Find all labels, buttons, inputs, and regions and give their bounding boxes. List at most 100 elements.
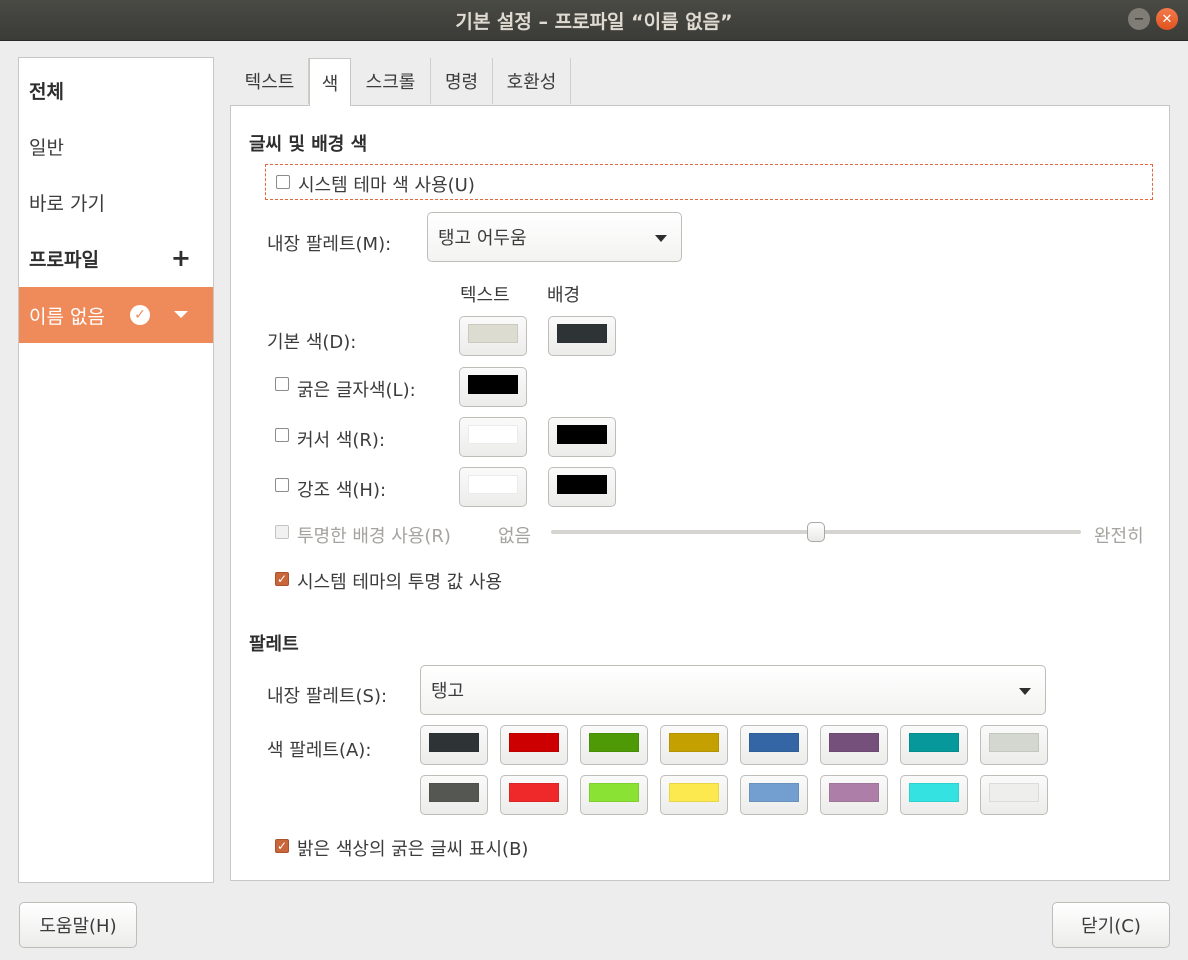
bright-bold-checkbox[interactable]: ✓ [275, 839, 289, 853]
sidebar-item-profile-unnamed[interactable]: 이름 없음 ✓ [19, 287, 213, 343]
builtin-palette-dropdown[interactable]: 탱고 [420, 665, 1046, 715]
builtin-palette-value: 탱고 [431, 681, 465, 702]
color-swatch [509, 783, 559, 802]
use-system-theme-row[interactable]: 시스템 테마 색 사용(U) [265, 164, 1153, 200]
transparency-min-label: 없음 [498, 526, 532, 547]
color-swatch [669, 733, 719, 752]
color-swatch [909, 783, 959, 802]
transparency-slider-handle[interactable] [807, 522, 825, 542]
palette-color-button-10[interactable] [500, 775, 568, 815]
highlight-text-color-button[interactable] [459, 467, 527, 507]
palette-color-button-6[interactable] [820, 725, 888, 765]
highlight-bg-color-button[interactable] [548, 467, 616, 507]
color-swatch [589, 783, 639, 802]
palette-color-button-15[interactable] [900, 775, 968, 815]
chevron-down-icon [655, 235, 667, 242]
transparent-bg-label: 투명한 배경 사용(R) [297, 526, 451, 547]
cursor-text-color-button[interactable] [459, 417, 527, 457]
color-swatch [557, 425, 607, 444]
sidebar: 전체 일반 바로 가기 프로파일 + 이름 없음 ✓ [18, 57, 214, 883]
color-swatch [749, 733, 799, 752]
sidebar-item-general[interactable]: 일반 [19, 118, 213, 174]
palette-color-button-11[interactable] [580, 775, 648, 815]
highlight-color-label: 강조 색(H): [297, 480, 387, 501]
minimize-icon[interactable]: − [1128, 8, 1150, 30]
color-swatch [557, 324, 607, 343]
use-theme-transparency-checkbox[interactable]: ✓ [275, 572, 289, 586]
close-button[interactable]: 닫기(C) [1052, 902, 1170, 948]
color-swatch [468, 475, 518, 494]
palette-color-button-9[interactable] [420, 775, 488, 815]
use-system-theme-label: 시스템 테마 색 사용(U) [298, 175, 475, 196]
tab-command[interactable]: 명령 [431, 58, 493, 104]
sidebar-item-label: 일반 [29, 136, 64, 159]
palette-color-button-5[interactable] [740, 725, 808, 765]
color-swatch [829, 783, 879, 802]
color-swatch [429, 733, 479, 752]
default-color-label: 기본 색(D): [267, 332, 357, 353]
sidebar-item-label: 프로파일 [29, 248, 99, 271]
bright-bold-label: 밝은 색상의 굵은 글씨 표시(B) [297, 839, 529, 860]
builtin-scheme-value: 탱고 어두움 [438, 228, 527, 249]
palette-color-button-16[interactable] [980, 775, 1048, 815]
use-system-theme-checkbox[interactable] [276, 175, 290, 189]
bold-text-color-button[interactable] [459, 367, 527, 407]
tab-text[interactable]: 텍스트 [231, 58, 309, 104]
highlight-color-checkbox[interactable] [275, 478, 289, 492]
bold-color-checkbox[interactable] [275, 377, 289, 391]
transparency-max-label: 완전히 [1094, 526, 1144, 547]
tab-colors[interactable]: 색 [309, 58, 351, 106]
window-title: 기본 설정 – 프로파일 “이름 없음” [455, 10, 733, 33]
color-swatch [468, 324, 518, 343]
color-swatch [829, 733, 879, 752]
palette-color-button-13[interactable] [740, 775, 808, 815]
palette-color-button-1[interactable] [420, 725, 488, 765]
palette-heading: 팔레트 [249, 634, 299, 655]
column-text-header: 텍스트 [460, 285, 510, 306]
color-swatch [909, 733, 959, 752]
default-text-color-button[interactable] [459, 316, 527, 356]
window-titlebar: 기본 설정 – 프로파일 “이름 없음” − ✕ [0, 0, 1188, 41]
cursor-bg-color-button[interactable] [548, 417, 616, 457]
colors-panel: 글씨 및 배경 색 시스템 테마 색 사용(U) 내장 팔레트(M): 탱고 어… [230, 105, 1170, 881]
default-bg-color-button[interactable] [548, 316, 616, 356]
help-button[interactable]: 도움말(H) [19, 902, 137, 948]
sidebar-item-shortcuts[interactable]: 바로 가기 [19, 174, 213, 230]
text-bg-colors-heading: 글씨 및 배경 색 [249, 134, 368, 155]
color-swatch [468, 425, 518, 444]
palette-color-button-14[interactable] [820, 775, 888, 815]
color-palette-label: 색 팔레트(A): [267, 740, 372, 761]
color-swatch [589, 733, 639, 752]
tab-scrolling[interactable]: 스크롤 [351, 58, 431, 104]
palette-color-button-7[interactable] [900, 725, 968, 765]
sidebar-item-label: 바로 가기 [29, 192, 105, 215]
sidebar-item-label: 이름 없음 [29, 305, 105, 328]
palette-color-button-8[interactable] [980, 725, 1048, 765]
cursor-color-label: 커서 색(R): [297, 430, 386, 451]
tab-compatibility[interactable]: 호환성 [493, 58, 571, 104]
add-profile-icon[interactable]: + [171, 244, 191, 272]
color-swatch [557, 475, 607, 494]
sidebar-item-profiles: 프로파일 + [19, 230, 213, 286]
close-icon[interactable]: ✕ [1156, 8, 1178, 30]
color-swatch [509, 733, 559, 752]
default-profile-check-icon: ✓ [130, 305, 150, 325]
profile-menu-chevron-down-icon[interactable] [174, 311, 188, 318]
color-swatch [989, 733, 1039, 752]
transparent-bg-checkbox[interactable] [275, 525, 289, 539]
palette-color-button-12[interactable] [660, 775, 728, 815]
column-bg-header: 배경 [547, 285, 581, 306]
cursor-color-checkbox[interactable] [275, 428, 289, 442]
palette-color-button-3[interactable] [580, 725, 648, 765]
use-theme-transparency-label: 시스템 테마의 투명 값 사용 [297, 572, 503, 593]
sidebar-item-label: 전체 [29, 80, 64, 103]
bold-color-label: 굵은 글자색(L): [297, 380, 416, 401]
sidebar-item-global[interactable]: 전체 [19, 62, 213, 118]
color-swatch [468, 375, 518, 394]
builtin-scheme-dropdown[interactable]: 탱고 어두움 [427, 212, 682, 262]
builtin-palette-label: 내장 팔레트(S): [267, 686, 388, 707]
color-swatch [429, 783, 479, 802]
palette-color-button-2[interactable] [500, 725, 568, 765]
builtin-scheme-label: 내장 팔레트(M): [267, 234, 392, 255]
palette-color-button-4[interactable] [660, 725, 728, 765]
